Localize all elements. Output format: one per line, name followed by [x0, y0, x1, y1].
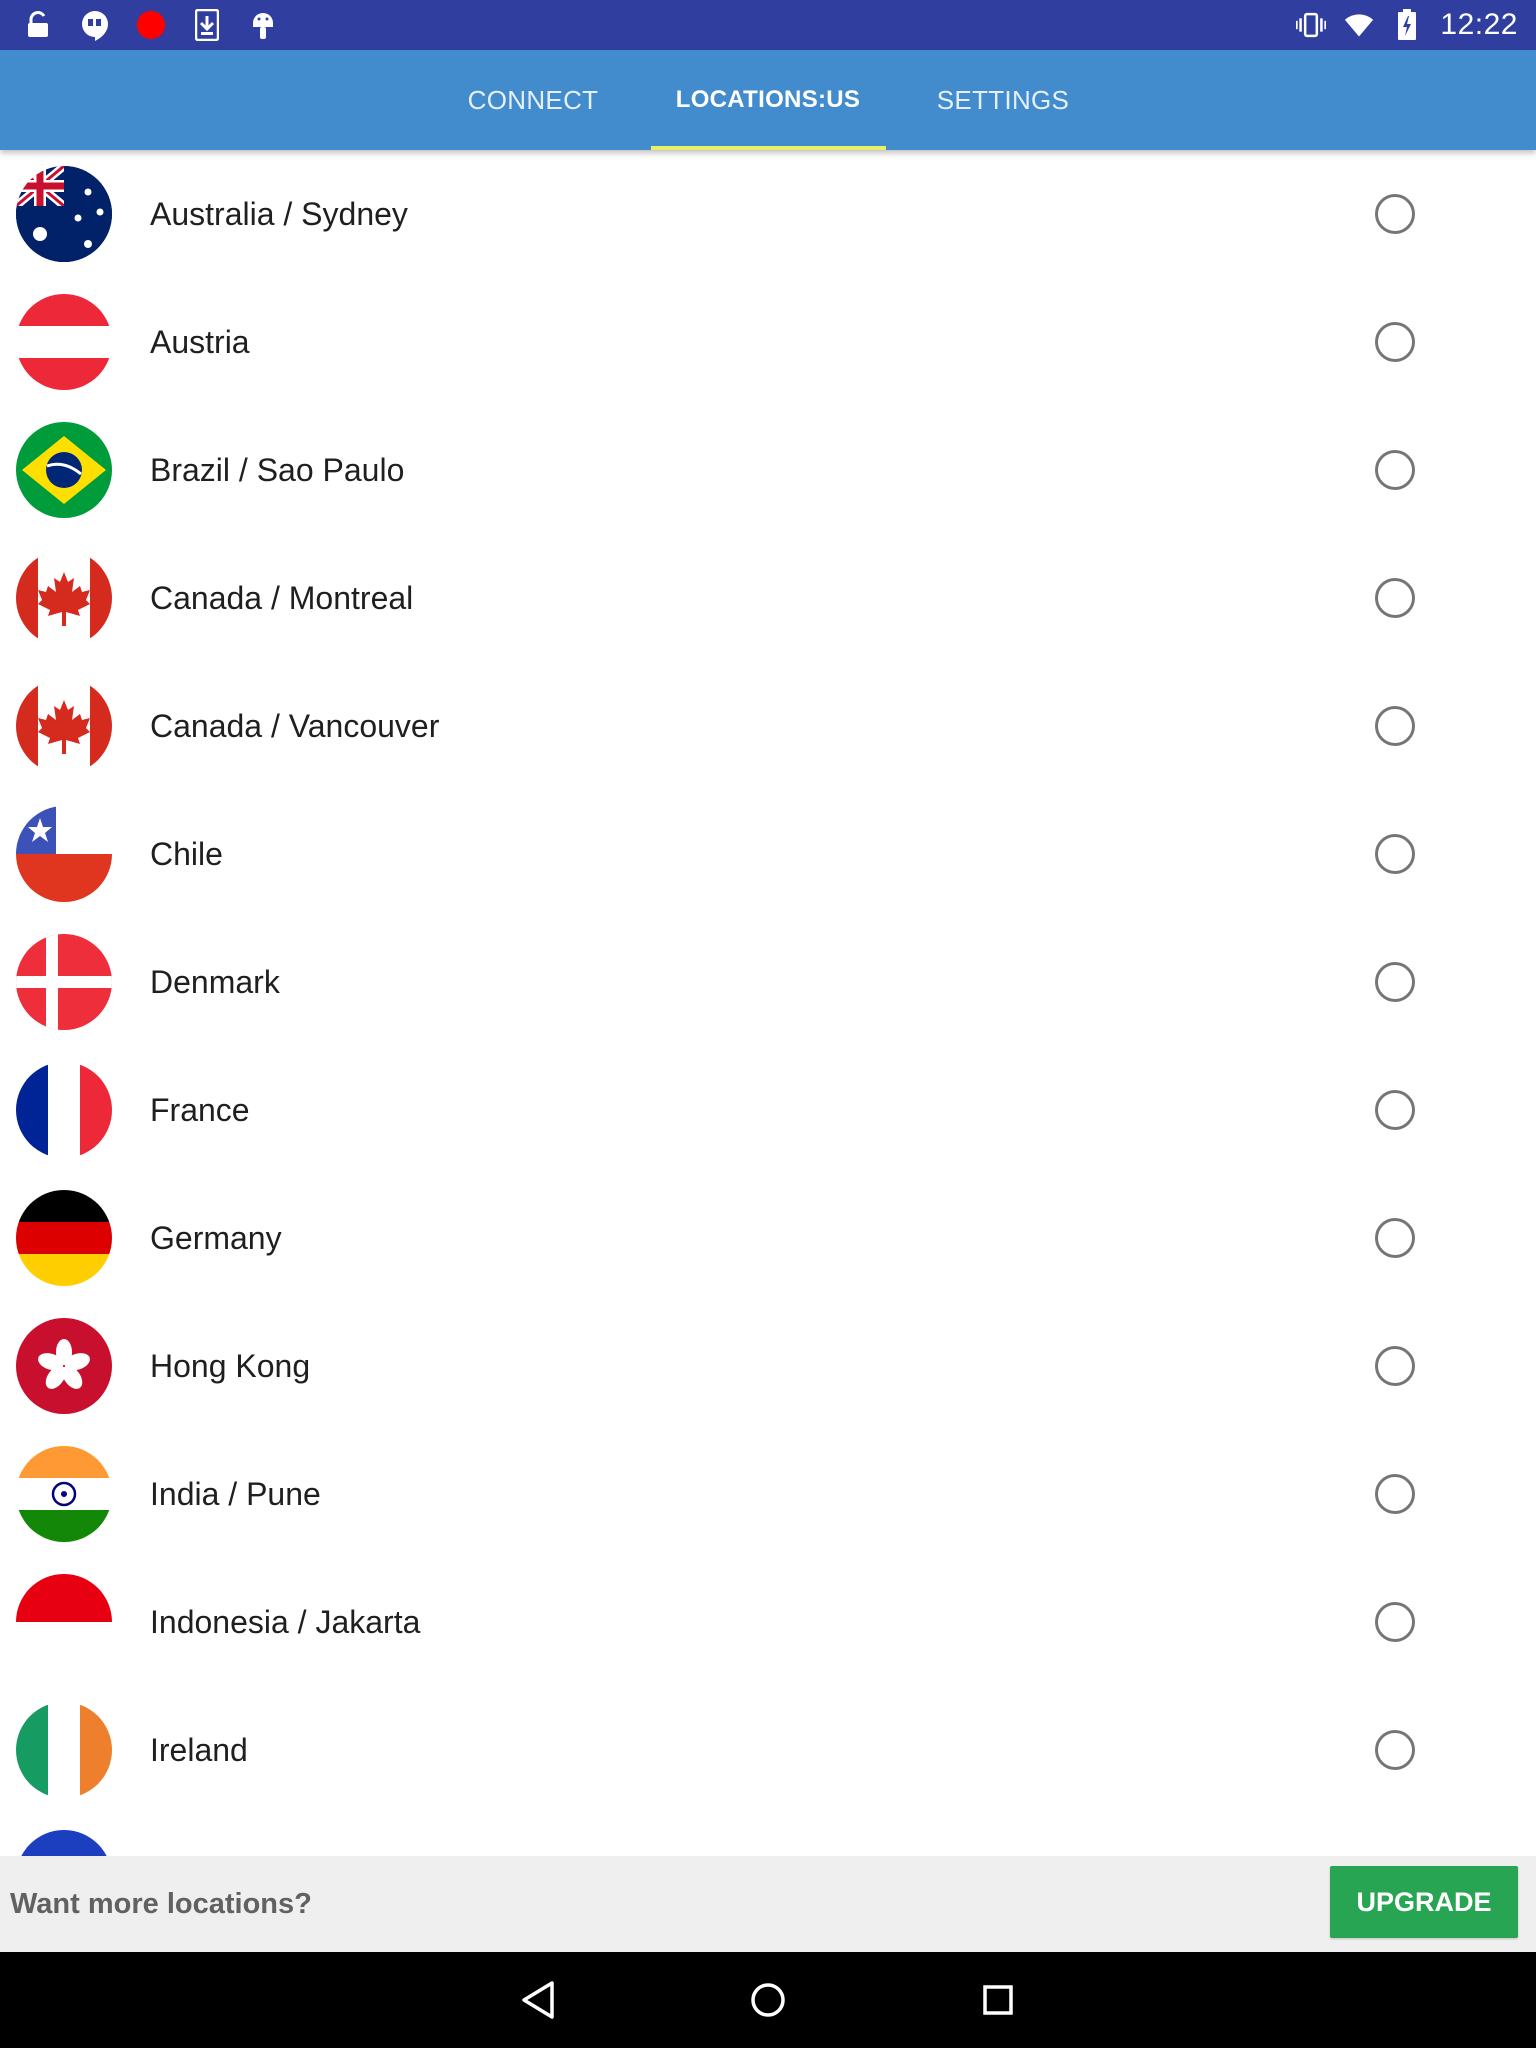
- tab-settings[interactable]: SETTINGS: [886, 50, 1121, 150]
- location-row-chile[interactable]: Chile: [0, 790, 1536, 918]
- tab-connect-label: CONNECT: [467, 84, 599, 115]
- location-label: Canada / Montreal: [150, 579, 414, 616]
- radio-button[interactable]: [1375, 1730, 1415, 1770]
- partial-flag-icon: [16, 1830, 112, 1856]
- indonesia-flag-icon: [16, 1574, 112, 1670]
- location-label: Chile: [150, 835, 223, 872]
- hangouts-icon: [80, 10, 110, 41]
- tab-settings-label: SETTINGS: [936, 84, 1070, 115]
- download-icon: [192, 9, 222, 41]
- location-label: Indonesia / Jakarta: [150, 1603, 421, 1640]
- home-icon[interactable]: [748, 1980, 788, 2020]
- radio-button[interactable]: [1375, 1218, 1415, 1258]
- status-right-icons: 12:22: [1296, 8, 1536, 42]
- canada-flag-icon: [16, 550, 112, 646]
- radio-button[interactable]: [1375, 706, 1415, 746]
- radio-button[interactable]: [1375, 578, 1415, 618]
- radio-button[interactable]: [1375, 1474, 1415, 1514]
- location-label: Denmark: [150, 963, 280, 1000]
- location-label: Canada / Vancouver: [150, 707, 440, 744]
- hong-kong-flag-icon: [16, 1318, 112, 1414]
- recents-icon[interactable]: [978, 1980, 1018, 2020]
- radio-button[interactable]: [1375, 1602, 1415, 1642]
- location-label: France: [150, 1091, 250, 1128]
- upgrade-button-label: UPGRADE: [1356, 1886, 1492, 1917]
- android-icon: [248, 10, 278, 40]
- brazil-flag-icon: [16, 422, 112, 518]
- location-row-indonesia[interactable]: Indonesia / Jakarta: [0, 1558, 1536, 1686]
- location-label: Ireland: [150, 1731, 248, 1768]
- location-row-australia[interactable]: Australia / Sydney: [0, 150, 1536, 278]
- status-bar: 12:22: [0, 0, 1536, 50]
- ireland-flag-icon: [16, 1702, 112, 1798]
- tab-connect[interactable]: CONNECT: [416, 50, 651, 150]
- location-row-india[interactable]: India / Pune: [0, 1430, 1536, 1558]
- location-row-canada-vancouver[interactable]: Canada / Vancouver: [0, 662, 1536, 790]
- location-label: Australia / Sydney: [150, 195, 408, 232]
- tab-selected-indicator: [650, 146, 886, 150]
- radio-button[interactable]: [1375, 834, 1415, 874]
- location-label: Hong Kong: [150, 1347, 311, 1384]
- radio-button[interactable]: [1375, 962, 1415, 1002]
- canada-flag-icon: [16, 678, 112, 774]
- location-label: India / Pune: [150, 1475, 321, 1512]
- app-bar: CONNECT LOCATIONS:US SETTINGS: [0, 50, 1536, 150]
- back-icon[interactable]: [518, 1980, 558, 2020]
- india-flag-icon: [16, 1446, 112, 1542]
- location-row-ireland[interactable]: Ireland: [0, 1686, 1536, 1814]
- battery-icon: [1392, 9, 1422, 40]
- status-time: 12:22: [1440, 8, 1518, 41]
- australia-flag-icon: [16, 166, 112, 262]
- unlock-icon: [24, 10, 54, 40]
- navigation-bar: [0, 1952, 1536, 2048]
- record-icon: [136, 10, 166, 40]
- locations-list[interactable]: Australia / Sydney Austria Brazil / Sao …: [0, 150, 1536, 1856]
- location-label: Germany: [150, 1219, 282, 1256]
- location-row-canada-montreal[interactable]: Canada / Montreal: [0, 534, 1536, 662]
- location-row-france[interactable]: France: [0, 1046, 1536, 1174]
- more-locations-prompt: Want more locations?: [10, 1887, 312, 1920]
- austria-flag-icon: [16, 294, 112, 390]
- radio-button[interactable]: [1375, 1346, 1415, 1386]
- denmark-flag-icon: [16, 934, 112, 1030]
- status-left-icons: [0, 9, 278, 41]
- tab-locations[interactable]: LOCATIONS:US: [650, 50, 886, 150]
- radio-button[interactable]: [1375, 1090, 1415, 1130]
- radio-button[interactable]: [1375, 194, 1415, 234]
- location-row-brazil[interactable]: Brazil / Sao Paulo: [0, 406, 1536, 534]
- upgrade-bar: Want more locations? UPGRADE: [0, 1856, 1536, 1952]
- location-row-germany[interactable]: Germany: [0, 1174, 1536, 1302]
- location-row-denmark[interactable]: Denmark: [0, 918, 1536, 1046]
- radio-button[interactable]: [1375, 322, 1415, 362]
- location-row-hong-kong[interactable]: Hong Kong: [0, 1302, 1536, 1430]
- wifi-icon: [1344, 10, 1374, 40]
- vibrate-icon: [1296, 10, 1327, 40]
- location-row-austria[interactable]: Austria: [0, 278, 1536, 406]
- location-label: Brazil / Sao Paulo: [150, 451, 405, 488]
- radio-button[interactable]: [1375, 450, 1415, 490]
- france-flag-icon: [16, 1062, 112, 1158]
- chile-flag-icon: [16, 806, 112, 902]
- germany-flag-icon: [16, 1190, 112, 1286]
- location-label: Austria: [150, 323, 250, 360]
- location-row-partial[interactable]: [0, 1814, 1536, 1856]
- upgrade-button[interactable]: UPGRADE: [1330, 1866, 1518, 1938]
- tab-locations-label: LOCATIONS:US: [675, 86, 861, 113]
